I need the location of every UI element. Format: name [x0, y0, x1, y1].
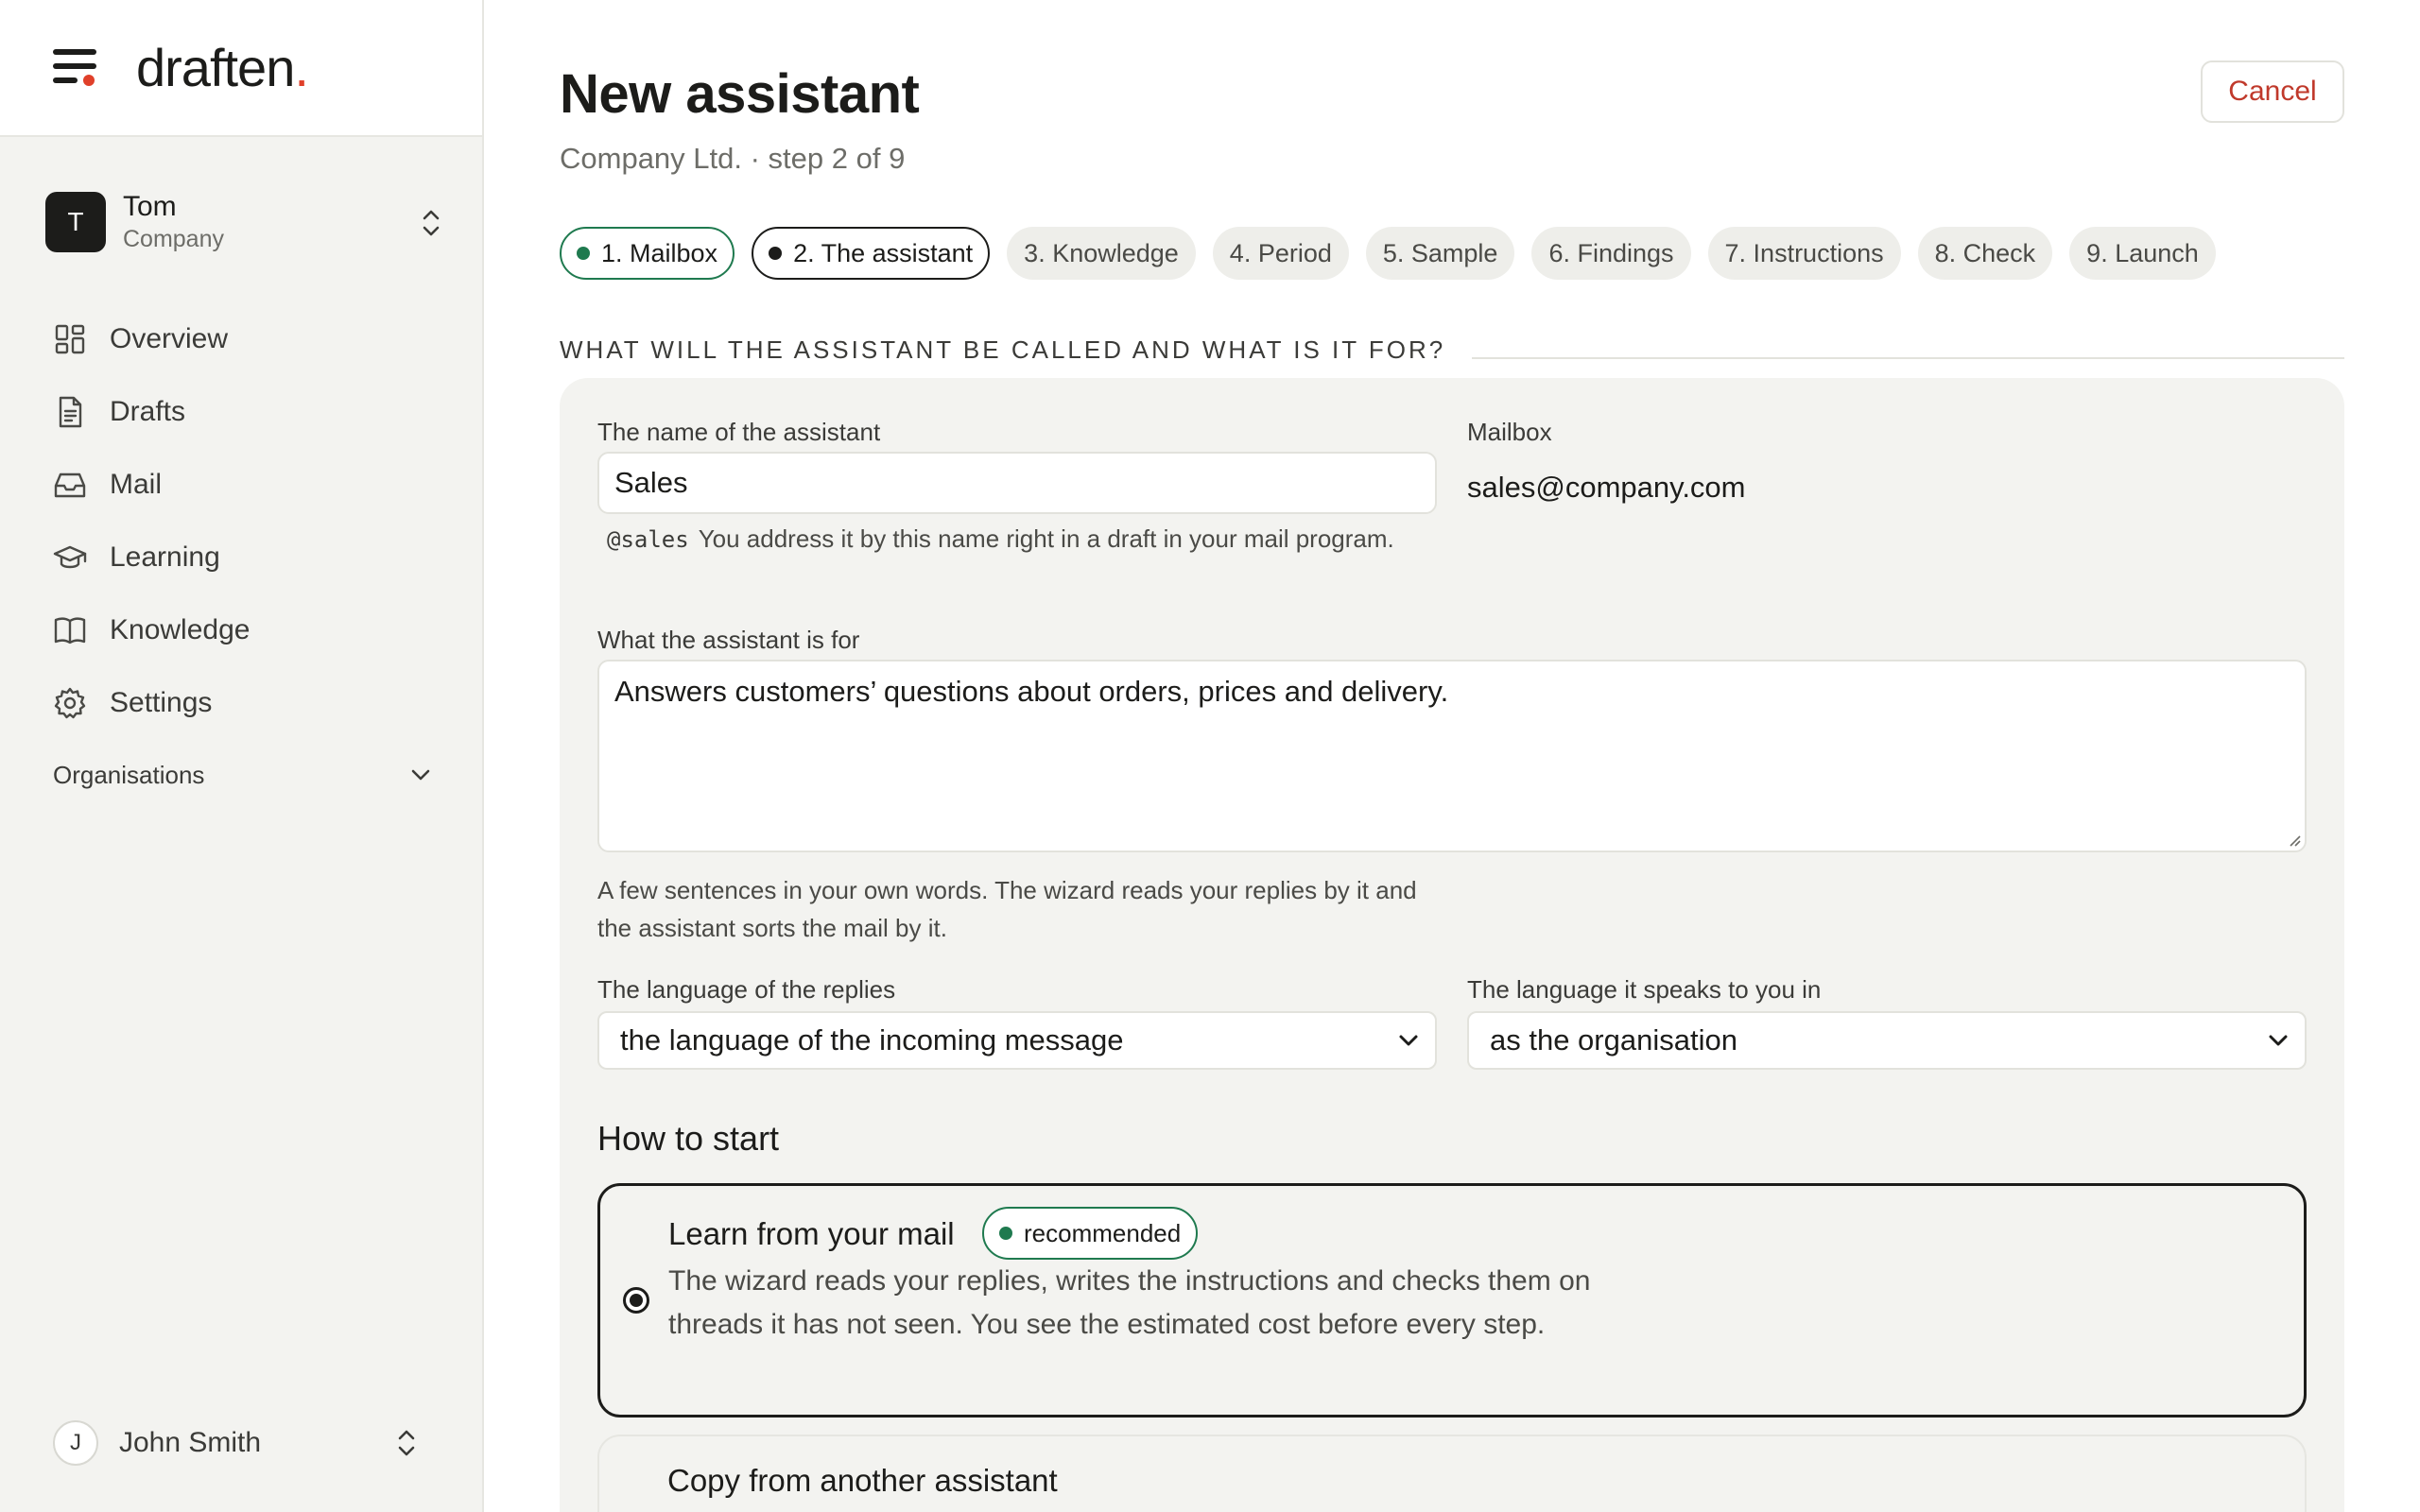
- document-icon: [59, 396, 82, 427]
- step-instructions[interactable]: 7. Instructions: [1707, 227, 1901, 280]
- purpose-textarea[interactable]: Answers customers’ questions about order…: [597, 660, 2307, 852]
- user-name: John Smith: [119, 1427, 262, 1458]
- organisations-toggle[interactable]: Organisations: [53, 756, 431, 794]
- divider: [1472, 357, 2344, 359]
- option-title: Learn from your mail: [668, 1216, 955, 1251]
- assistant-form-card: The name of the assistant Sales @sales Yo…: [560, 378, 2344, 1512]
- speak-language-label: The language it speaks to you in: [1467, 975, 1822, 1004]
- brand-bar: draften.: [0, 0, 482, 137]
- grid-icon: [55, 324, 85, 353]
- page-title: New assistant: [560, 63, 920, 125]
- sidebar-item-label: Settings: [110, 686, 213, 718]
- speak-language-select[interactable]: as the organisation: [1467, 1011, 2307, 1070]
- step-knowledge[interactable]: 3. Knowledge: [1007, 227, 1196, 280]
- user-avatar: J: [53, 1420, 98, 1466]
- account-name: Tom: [123, 191, 177, 222]
- cancel-button[interactable]: Cancel: [2201, 60, 2344, 123]
- sidebar-item-label: Overview: [110, 322, 229, 354]
- sidebar-item-label: Drafts: [110, 395, 186, 427]
- name-hint: @sales You address it by this name right …: [607, 524, 1394, 553]
- account-avatar: T: [45, 192, 106, 252]
- sidebar-item-label: Mail: [110, 468, 163, 500]
- account-switcher[interactable]: T Tom Company: [45, 191, 442, 253]
- section-heading: WHAT WILL THE ASSISTANT BE CALLED AND WH…: [560, 331, 2344, 369]
- chevron-down-icon: [411, 769, 430, 781]
- how-to-start-heading: How to start: [597, 1119, 780, 1158]
- mailbox-value: sales@company.com: [1467, 471, 1746, 504]
- sidebar-item-label: Learning: [110, 541, 220, 573]
- purpose-hint: A few sentences in your own words. The w…: [597, 876, 1417, 942]
- account-org: Company: [123, 226, 224, 252]
- option-radio-selected[interactable]: [623, 1287, 649, 1314]
- sidebar-item-mail[interactable]: Mail: [53, 448, 450, 521]
- menu-icon[interactable]: [53, 48, 96, 87]
- step-sample[interactable]: 5. Sample: [1365, 227, 1515, 280]
- reply-language-select[interactable]: the language of the incoming message: [597, 1011, 1437, 1070]
- wizard-steps: 1. Mailbox 2. The assistant 3. Knowledge…: [560, 227, 2233, 280]
- assistant-name-input[interactable]: Sales: [597, 452, 1437, 514]
- step-check[interactable]: 8. Check: [1917, 227, 2053, 280]
- option-title: Copy from another assistant: [667, 1463, 1058, 1498]
- chevron-up-down-icon: [423, 210, 440, 236]
- logo[interactable]: draften.: [136, 37, 309, 98]
- sidebar-item-knowledge[interactable]: Knowledge: [53, 593, 450, 666]
- assistant-handle: @sales: [607, 526, 689, 553]
- chevron-down-icon: [1399, 1035, 1418, 1046]
- sidebar-item-label: Knowledge: [110, 613, 251, 645]
- recommended-badge: recommended: [982, 1207, 1199, 1260]
- mailbox-label: Mailbox: [1467, 418, 1552, 446]
- sidebar-item-overview[interactable]: Overview: [53, 302, 450, 375]
- step-launch[interactable]: 9. Launch: [2069, 227, 2216, 280]
- book-icon: [54, 616, 86, 644]
- option-learn-from-mail[interactable]: Learn from your mail recommended The wiz…: [597, 1183, 2307, 1418]
- sidebar-item-drafts[interactable]: Drafts: [53, 375, 450, 448]
- option-description: The wizard reads your replies, writes th…: [668, 1265, 1591, 1340]
- graduation-cap-icon: [53, 545, 87, 568]
- step-mailbox[interactable]: 1. Mailbox: [560, 227, 735, 280]
- user-menu[interactable]: J John Smith: [53, 1418, 431, 1469]
- organisations-label: Organisations: [53, 760, 205, 789]
- inbox-icon: [54, 472, 86, 497]
- resize-handle-icon[interactable]: [2286, 832, 2301, 847]
- step-current-dot: [769, 247, 783, 260]
- step-done-dot: [577, 247, 590, 260]
- option-copy-from-assistant[interactable]: Copy from another assistant: [597, 1435, 2307, 1512]
- gear-icon: [54, 687, 86, 718]
- name-label: The name of the assistant: [597, 418, 881, 446]
- step-the-assistant[interactable]: 2. The assistant: [752, 227, 991, 280]
- chevron-up-down-icon: [398, 1430, 415, 1456]
- main-content: New assistant Company Ltd. · step 2 of 9…: [560, 0, 2344, 1512]
- sidebar-item-settings[interactable]: Settings: [53, 666, 450, 739]
- page-subtitle: Company Ltd. · step 2 of 9: [560, 142, 906, 175]
- purpose-label: What the assistant is for: [597, 626, 860, 654]
- chevron-down-icon: [2269, 1035, 2288, 1046]
- reply-language-label: The language of the replies: [597, 975, 896, 1004]
- sidebar-item-learning[interactable]: Learning: [53, 521, 450, 593]
- sidebar: draften. T Tom Company Overview Drafts M…: [0, 0, 484, 1512]
- step-period[interactable]: 4. Period: [1212, 227, 1349, 280]
- sidebar-nav: Overview Drafts Mail Learning Knowledge …: [53, 302, 450, 739]
- step-findings[interactable]: 6. Findings: [1531, 227, 1691, 280]
